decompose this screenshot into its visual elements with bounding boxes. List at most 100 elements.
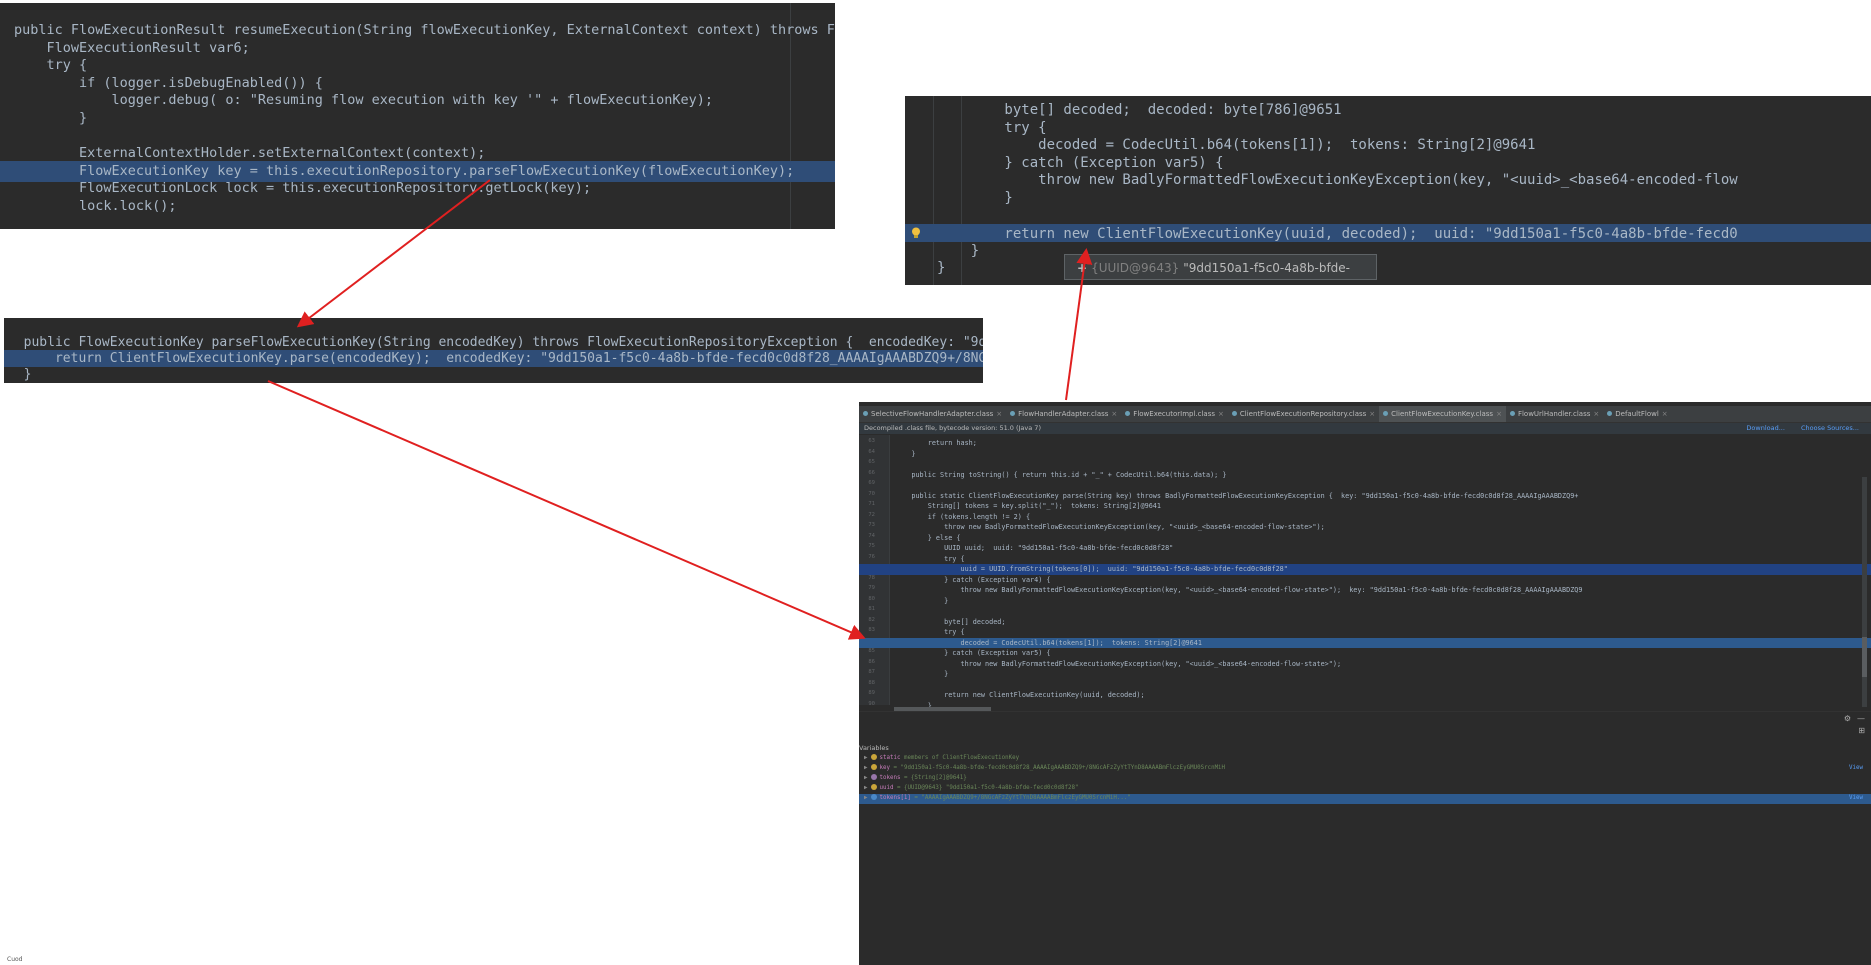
editor-tab[interactable]: FlowHandlerAdapter.class × [1006,406,1121,422]
tooltip-type: {UUID@9643} [1091,261,1180,275]
expand-arrow-icon[interactable]: ▶ [864,775,868,781]
close-icon[interactable]: × [1218,410,1224,418]
settings-icon[interactable]: ⚙ [1844,714,1851,723]
code-line[interactable]: try { [859,627,1871,638]
code-line[interactable]: if (tokens.length != 2) { [859,512,1871,523]
close-icon[interactable]: × [1662,410,1668,418]
expand-arrow-icon[interactable]: ▶ [864,795,868,801]
variable-value: = {String[2]@9641} [903,775,967,781]
editor-tab[interactable]: FlowExecutorImpl.class × [1121,406,1228,422]
highlighted-code-line[interactable]: decoded = CodecUtil.b64(tokens[1]); toke… [859,637,1871,648]
variable-value: members of ClientFlowExecutionKey [903,755,1020,761]
variables-title: Variables [859,744,889,752]
code-line[interactable]: } [905,258,1871,279]
code-line[interactable]: } catch (Exception var5) { [859,648,1871,659]
variable-name: uuid [879,785,894,791]
code-panel-resume-execution: public FlowExecutionResult resumeExecuti… [0,3,835,229]
tab-label: FlowHandlerAdapter.class [1018,410,1109,418]
expand-arrow-icon[interactable]: ▶ [864,785,868,791]
code-line[interactable]: } [859,596,1871,607]
code-line[interactable]: UUID uuid; uuid: "9dd150a1-f5c0-4a8b-bfd… [859,543,1871,554]
editor-tabs: SelectiveFlowHandlerAdapter.class × FlowHa… [859,406,1871,423]
code-line[interactable]: return hash; [859,438,1871,449]
variable-row[interactable]: ▶ key = "9dd150a1-f5c0-4a8b-bfde-fecd0c0d… [859,764,1871,774]
code-line[interactable]: } else { [859,533,1871,544]
variables-panel: ⚙ — ⊞ Variables ▶ static members of Client… [859,711,1871,965]
code-line[interactable]: public static ClientFlowExecutionKey par… [859,491,1871,502]
vars-toolbar-secondary: ⊞ [1852,726,1865,735]
code-line[interactable] [859,459,1871,470]
lightbulb-icon[interactable] [911,224,921,238]
code-panel-parse-flow-execution-key: public FlowExecutionKey parseFlowExecuti… [4,318,983,383]
code-line[interactable] [859,480,1871,491]
code-line[interactable]: throw new BadlyFormattedFlowExecutionKey… [859,659,1871,670]
code-line[interactable]: } [859,449,1871,460]
status-bar-fragment: Cuod [7,956,23,963]
vertical-scrollbar[interactable] [1862,477,1867,707]
field-icon [870,794,877,800]
code-line[interactable]: String[] tokens = key.split("_"); tokens… [859,501,1871,512]
download-link[interactable]: Download... [1746,424,1785,432]
close-icon[interactable]: × [996,410,1002,418]
code-line[interactable] [859,606,1871,617]
view-link[interactable]: View [1849,794,1863,804]
code-line[interactable]: throw new BadlyFormattedFlowExecutionKey… [859,585,1871,596]
tab-label: ClientFlowExecutionRepository.class [1239,410,1367,418]
code-line[interactable]: } [4,366,983,383]
tab-label: FlowExecutorImpl.class [1133,410,1215,418]
code-line[interactable]: } [859,669,1871,680]
tab-label: SelectiveFlowHandlerAdapter.class [871,410,994,418]
editor-tab[interactable]: FlowUrlHandler.class × [1506,406,1603,422]
close-icon[interactable]: × [1496,410,1502,418]
close-icon[interactable]: × [1593,410,1599,418]
expand-icon[interactable]: + [1077,261,1087,275]
code-line[interactable]: uuid = UUID.fromString(tokens[0]); uuid:… [859,564,1871,575]
code-line[interactable] [859,680,1871,691]
editor-tab[interactable]: ClientFlowExecutionKey.class × [1379,406,1506,422]
close-icon[interactable]: × [1111,410,1117,418]
view-link[interactable]: View [1849,764,1863,774]
tab-label: FlowUrlHandler.class [1517,410,1591,418]
editor-tab[interactable]: DefaultFlowl × [1603,406,1671,422]
code-line[interactable]: public String toString() { return this.i… [859,470,1871,481]
expand-arrow-icon[interactable]: ▶ [864,765,868,771]
code-line[interactable]: } catch (Exception var4) { [859,575,1871,586]
highlighted-code-line[interactable]: return ClientFlowExecutionKey.parse(enco… [4,350,983,367]
debug-value-tooltip[interactable]: +{UUID@9643}"9dd150a1-f5c0-4a8b-bfde-fec… [1064,254,1377,280]
highlighted-code-line[interactable]: return new ClientFlowExecutionKey(uuid, … [905,224,1871,242]
variable-name: tokens [879,775,901,781]
variable-row[interactable]: ▶ static members of ClientFlowExecutionKe… [859,754,1871,764]
decompiled-banner: Decompiled .class file, bytecode version… [859,423,1871,434]
editor-tab[interactable]: ClientFlowExecutionRepository.class × [1228,406,1379,422]
scrollbar-thumb[interactable] [1862,637,1867,677]
tab-label: DefaultFlowl [1615,410,1659,418]
variable-row[interactable]: ▶ tokens[1] = "AAAAIgAAABDZQ9+/8NGcAFzZyY… [859,794,1871,804]
ide-window: SelectiveFlowHandlerAdapter.class × FlowHa… [859,402,1871,965]
close-icon[interactable]: × [1369,410,1375,418]
code-line[interactable]: public FlowExecutionKey parseFlowExecuti… [4,334,983,351]
field-icon [870,754,877,760]
variable-name: tokens[1] [879,795,911,801]
minimize-icon[interactable]: — [1857,714,1865,723]
code-line[interactable]: try { [859,554,1871,565]
choose-sources-link[interactable]: Choose Sources... [1801,424,1859,432]
code-line[interactable]: byte[] decoded; [859,617,1871,628]
field-icon [870,764,877,770]
code-line[interactable]: lock.lock(); [0,196,835,217]
variable-name: key [879,765,890,771]
ide-editor[interactable]: 6364656669707172737475767778798081828384… [859,435,1871,710]
code-line[interactable]: throw new BadlyFormattedFlowExecutionKey… [859,522,1871,533]
variable-row[interactable]: ▶ uuid = {UUID@9643} "9dd150a1-f5c0-4a8b-… [859,784,1871,794]
expand-arrow-icon[interactable]: ▶ [864,755,868,761]
vars-toolbar: ⚙ — [1838,714,1865,723]
layout-icon[interactable]: ⊞ [1858,726,1865,735]
field-icon [870,784,877,790]
variable-row[interactable]: ▶ tokens = {String[2]@9641} [859,774,1871,784]
editor-tab[interactable]: SelectiveFlowHandlerAdapter.class × [859,406,1006,422]
tab-label: ClientFlowExecutionKey.class [1391,410,1494,418]
arrow-to-ide-parse [267,380,866,640]
code-line[interactable]: } [859,701,1871,712]
code-line[interactable]: return new ClientFlowExecutionKey(uuid, … [859,690,1871,701]
code-panel-client-flow-execution-key: byte[] decoded; decoded: byte[786]@9651 … [905,96,1871,285]
variable-name: static [879,755,901,761]
